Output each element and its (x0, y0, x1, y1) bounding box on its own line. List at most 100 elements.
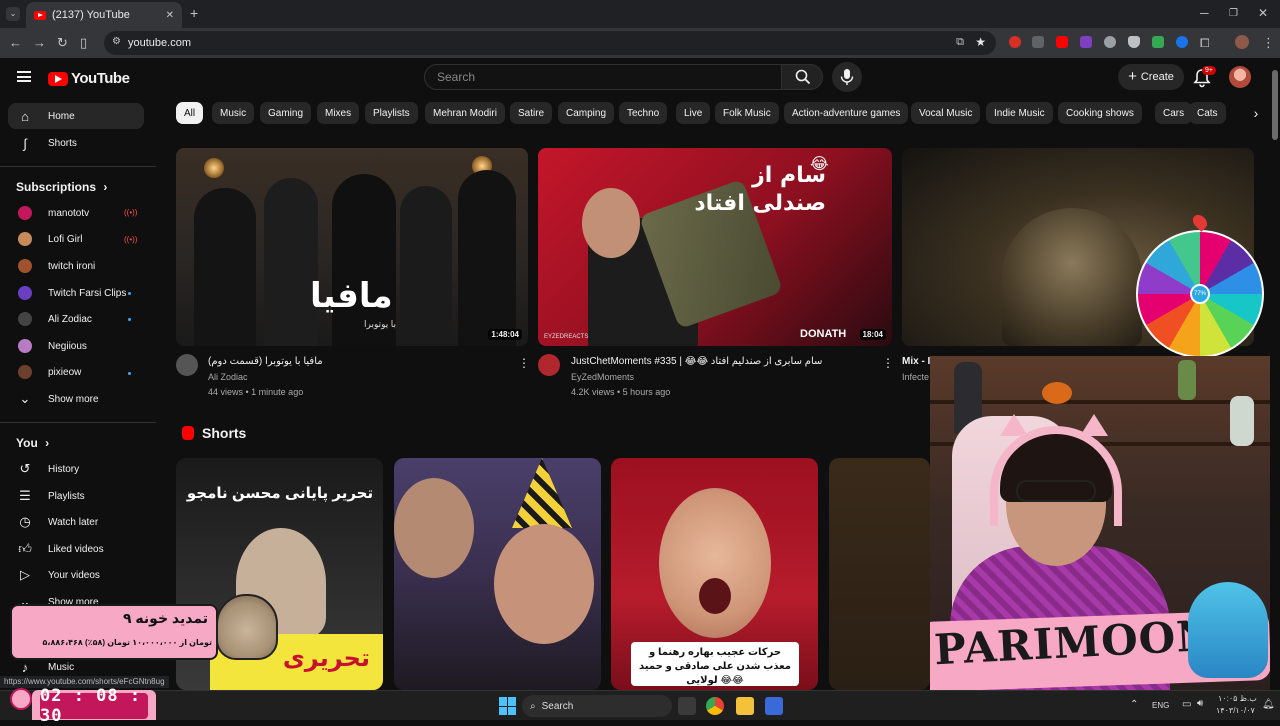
chip[interactable]: Vocal Music (911, 102, 981, 124)
tab-search-icon[interactable]: ⌄ (6, 7, 20, 21)
create-button[interactable]: + Create (1118, 64, 1184, 90)
short-thumbnail[interactable]: حرکات عجیب بهاره رهنما و معذب شدن علی صا… (611, 458, 818, 690)
side-panel-icon[interactable]: ▯ (80, 35, 87, 51)
language-indicator[interactable]: ENG (1152, 701, 1169, 710)
sidebar-item-playlists[interactable]: ☰ Playlists (8, 483, 144, 509)
file-explorer-icon[interactable] (736, 697, 754, 715)
video-title[interactable]: JustChetMoments #335 | 😂😂 سام سابری از ص… (571, 356, 871, 367)
chip[interactable]: Mehran Modiri (425, 102, 505, 124)
you-heading[interactable]: You › (16, 436, 49, 450)
video-title[interactable]: مافیا با یوتوبرا (قسمت دوم) (208, 356, 323, 367)
sidebar-item-home[interactable]: ⌂ Home (8, 103, 144, 129)
video-menu-icon[interactable]: ⋮ (882, 356, 894, 370)
chip[interactable]: Folk Music (715, 102, 779, 124)
extension-glasses-icon[interactable] (1104, 36, 1116, 48)
start-icon[interactable] (499, 697, 517, 715)
taskbar-time[interactable]: ۱۰:۰۵ ب.ظ (1218, 694, 1257, 703)
chip[interactable]: Action-adventure games (784, 102, 909, 124)
sidebar-item-subscription[interactable]: Twitch Farsi Clips (8, 280, 144, 306)
short-thumbnail[interactable] (829, 458, 930, 690)
sidebar-item-your-videos[interactable]: ▷ Your videos (8, 562, 144, 588)
chip[interactable]: Live (676, 102, 711, 124)
taskbar-search[interactable]: ⌕ Search (522, 695, 672, 717)
thumbnail-brand-text: DONATH (800, 328, 847, 340)
task-view-icon[interactable] (678, 697, 696, 715)
channel-avatar[interactable] (538, 354, 560, 376)
address-bar[interactable]: ⚙ youtube.com ⧉ ★ (104, 31, 996, 55)
video-menu-icon[interactable]: ⋮ (518, 356, 530, 370)
thumbnail-figure (264, 178, 318, 346)
browser-menu-icon[interactable]: ⋮ (1262, 35, 1275, 51)
chip[interactable]: All (176, 102, 204, 124)
chips-next-button[interactable]: › (1244, 102, 1268, 124)
network-icon[interactable]: ▭ (1182, 699, 1191, 710)
tray-chevron-icon[interactable]: ⌃ (1130, 699, 1138, 710)
sidebar-item-subscription[interactable]: twitch ironi (8, 253, 144, 279)
channel-avatar[interactable] (176, 354, 198, 376)
browser-tab[interactable]: (2137) YouTube ✕ (26, 2, 182, 28)
scrollbar-thumb[interactable] (1272, 70, 1278, 140)
extension-waves-icon[interactable] (1176, 36, 1188, 48)
sidebar-item-liked-videos[interactable]: 👍︎ Liked videos (8, 536, 144, 562)
back-icon[interactable]: ← (9, 35, 22, 51)
chevron-right-icon: › (1253, 105, 1259, 121)
subscriptions-heading[interactable]: Subscriptions › (16, 180, 107, 194)
search-input[interactable]: Search (424, 64, 782, 90)
restore-icon[interactable]: ❐ (1229, 8, 1238, 19)
chip[interactable]: Cars (1155, 102, 1193, 124)
taskbar-date[interactable]: ۱۴۰۳/۱۰/۰۷ (1216, 706, 1255, 715)
sidebar-show-more[interactable]: ⌄ Show more (8, 386, 144, 412)
minimize-icon[interactable]: ─ (1200, 6, 1209, 20)
channel-name[interactable]: EyZedMoments (571, 372, 634, 382)
extension-shield-icon[interactable] (1128, 36, 1140, 48)
site-info-icon[interactable]: ⚙ (112, 36, 121, 47)
sidebar-item-subscription[interactable]: Negiious (8, 333, 144, 359)
chip[interactable]: Camping (558, 102, 615, 124)
channel-name[interactable]: Infecte (902, 372, 929, 382)
sidebar-item-subscription[interactable]: Ali Zodiac (8, 306, 144, 332)
notification-center-icon[interactable]: 🔔︎ (1262, 699, 1275, 710)
reload-icon[interactable]: ↻ (57, 35, 68, 51)
bookmark-star-icon[interactable]: ★ (975, 35, 986, 49)
install-app-icon[interactable]: ⧉ (956, 36, 964, 49)
video-thumbnail[interactable]: مافیا با یوتوبرا 1:48:04 (176, 148, 528, 346)
extension-r-icon[interactable] (1032, 36, 1044, 48)
extensions-puzzle-icon[interactable]: ⧠ (1200, 35, 1210, 51)
analytics-app-icon[interactable] (765, 697, 783, 715)
video-thumbnail[interactable]: سام از صندلی افتاد 😂 DONATH EYZEDREACTS … (538, 148, 892, 346)
sidebar-item-watch-later[interactable]: ◷ Watch later (8, 509, 144, 535)
chip[interactable]: Indie Music (986, 102, 1053, 124)
sidebar-item-subscription[interactable]: pixieow (8, 359, 144, 385)
chip[interactable]: Techno (619, 102, 668, 124)
volume-icon[interactable]: 🔊︎ (1197, 698, 1203, 709)
hamburger-menu-icon[interactable] (17, 71, 31, 82)
short-thumbnail[interactable] (394, 458, 601, 690)
chip[interactable]: Gaming (260, 102, 312, 124)
page-scrollbar[interactable] (1270, 58, 1280, 690)
close-window-icon[interactable]: ✕ (1258, 6, 1268, 20)
search-button[interactable] (781, 64, 823, 90)
close-tab-icon[interactable]: ✕ (166, 10, 174, 21)
extension-green-icon[interactable] (1152, 36, 1164, 48)
chrome-icon[interactable] (706, 697, 724, 715)
extension-youtube-icon[interactable] (1056, 36, 1068, 48)
voice-search-button[interactable] (832, 62, 862, 92)
new-tab-icon[interactable]: + (190, 5, 198, 21)
extension-red-icon[interactable] (1009, 36, 1021, 48)
extension-purple-icon[interactable] (1080, 36, 1092, 48)
chip[interactable]: Mixes (317, 102, 360, 124)
youtube-logo[interactable]: YouTube (48, 70, 130, 87)
chip[interactable]: Satire (510, 102, 553, 124)
channel-name[interactable]: Ali Zodiac (208, 372, 248, 382)
account-avatar[interactable] (1229, 66, 1251, 88)
chip[interactable]: Playlists (365, 102, 418, 124)
sidebar-item-history[interactable]: ↺ History (8, 456, 144, 482)
chip[interactable]: Cats (1189, 102, 1226, 124)
profile-avatar-icon[interactable] (1235, 35, 1249, 49)
notification-badge: 9+ (1202, 66, 1216, 75)
forward-icon[interactable]: → (33, 35, 46, 51)
video-title[interactable]: Mix - I (902, 356, 930, 367)
chip[interactable]: Cooking shows (1058, 102, 1142, 124)
sidebar-item-shorts[interactable]: ∫ Shorts (8, 130, 144, 156)
chip[interactable]: Music (212, 102, 255, 124)
